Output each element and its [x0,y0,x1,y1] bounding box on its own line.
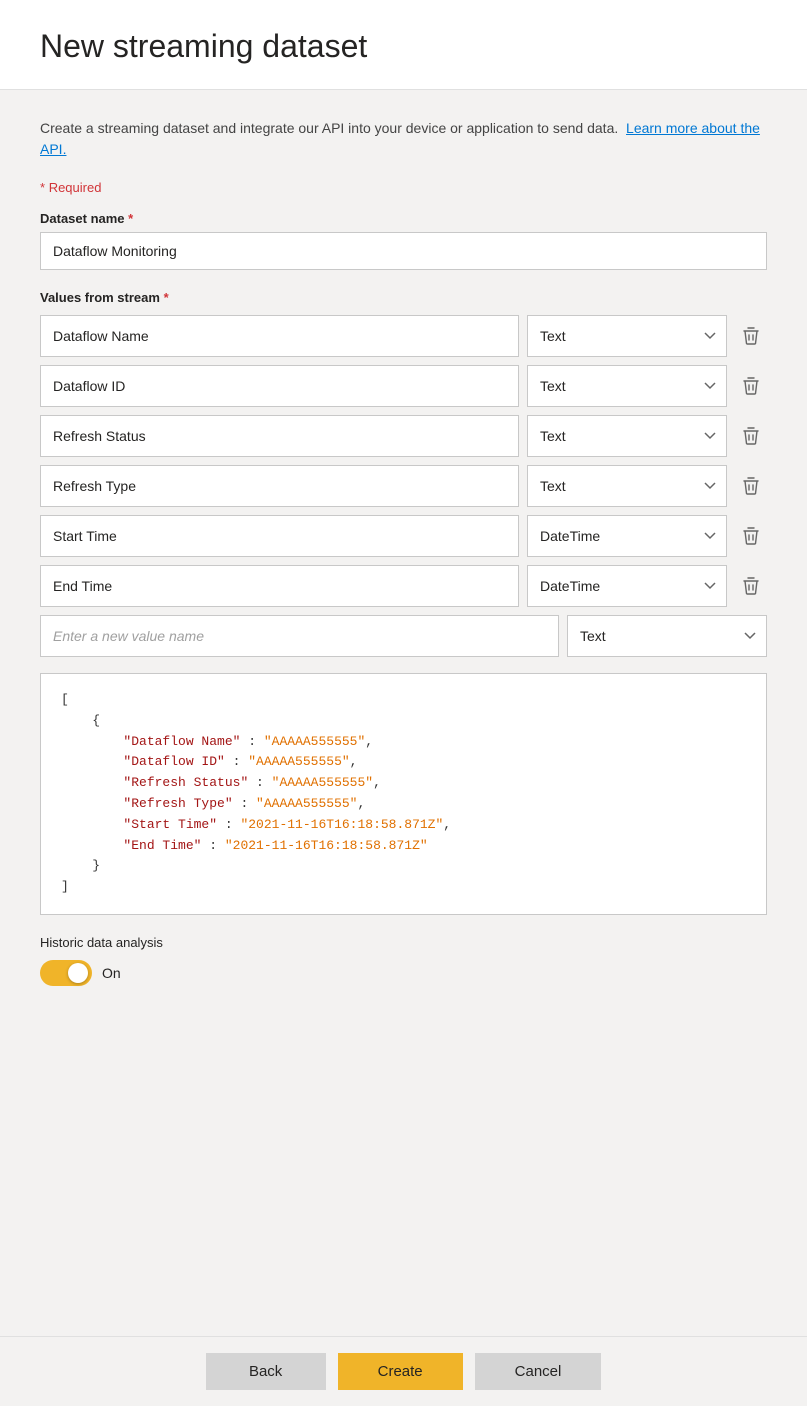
delete-button-1[interactable] [735,320,767,352]
historic-data-label: Historic data analysis [40,935,767,950]
back-button[interactable]: Back [206,1353,326,1390]
historic-toggle[interactable] [40,960,92,986]
delete-button-4[interactable] [735,470,767,502]
required-note: * Required [40,180,767,195]
type-select-1[interactable]: Text Number DateTime Boolean [527,315,727,357]
type-select-5[interactable]: Text Number DateTime Boolean [527,515,727,557]
page-header: New streaming dataset [0,0,807,90]
delete-button-5[interactable] [735,520,767,552]
value-row-1: Text Number DateTime Boolean [40,315,767,357]
type-select-4[interactable]: Text Number DateTime Boolean [527,465,727,507]
value-name-input-3[interactable] [40,415,519,457]
new-value-type-select[interactable]: Text Number DateTime Boolean [567,615,767,657]
value-row-2: Text Number DateTime Boolean [40,365,767,407]
description-text: Create a streaming dataset and integrate… [40,118,767,160]
value-row-5: Text Number DateTime Boolean [40,515,767,557]
type-select-3[interactable]: Text Number DateTime Boolean [527,415,727,457]
values-from-stream-label: Values from stream * [40,290,767,305]
delete-button-3[interactable] [735,420,767,452]
new-value-name-input[interactable] [40,615,559,657]
historic-data-section: Historic data analysis On [40,935,767,986]
value-name-input-1[interactable] [40,315,519,357]
type-select-6[interactable]: Text Number DateTime Boolean [527,565,727,607]
value-row-3: Text Number DateTime Boolean [40,415,767,457]
value-name-input-2[interactable] [40,365,519,407]
new-value-row: Text Number DateTime Boolean [40,615,767,657]
page-title: New streaming dataset [40,28,767,65]
toggle-row: On [40,960,767,986]
value-row-4: Text Number DateTime Boolean [40,465,767,507]
main-content: Create a streaming dataset and integrate… [0,90,807,1336]
dataset-name-label: Dataset name * [40,211,767,226]
delete-button-2[interactable] [735,370,767,402]
value-name-input-5[interactable] [40,515,519,557]
type-select-2[interactable]: Text Number DateTime Boolean [527,365,727,407]
dataset-name-section: Dataset name * [40,211,767,270]
cancel-button[interactable]: Cancel [475,1353,602,1390]
value-name-input-6[interactable] [40,565,519,607]
json-preview: [ { "Dataflow Name" : "AAAAA555555", "Da… [40,673,767,915]
toggle-slider [40,960,92,986]
dataset-name-input[interactable] [40,232,767,270]
page-footer: Back Create Cancel [0,1336,807,1406]
create-button[interactable]: Create [338,1353,463,1390]
value-row-6: Text Number DateTime Boolean [40,565,767,607]
value-name-input-4[interactable] [40,465,519,507]
values-from-stream-section: Values from stream * Text Number DateTim… [40,290,767,657]
toggle-label: On [102,965,121,981]
delete-button-6[interactable] [735,570,767,602]
